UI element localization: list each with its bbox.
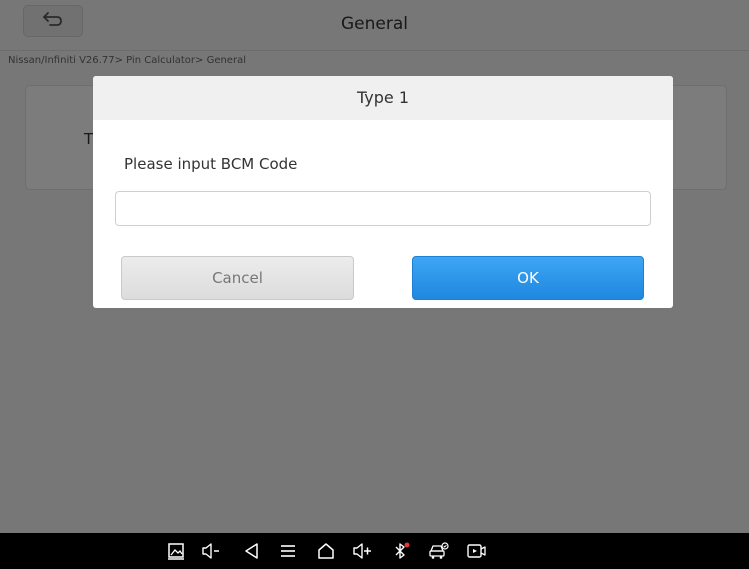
screenshot-icon[interactable] [164,539,188,563]
vehicle-diagnostics-icon[interactable] [427,539,451,563]
input-dialog: Type 1 Please input BCM Code Cancel OK [93,76,673,308]
cancel-button[interactable]: Cancel [121,256,354,300]
ok-button[interactable]: OK [412,256,644,300]
dialog-title: Type 1 [93,76,673,120]
screen-record-icon[interactable] [465,539,489,563]
app-screen: General Nissan/Infiniti V26.77> Pin Calc… [0,0,749,533]
bcm-code-input[interactable] [115,191,651,226]
volume-up-icon[interactable] [350,539,374,563]
bluetooth-icon[interactable] [389,539,413,563]
back-icon[interactable] [240,539,264,563]
menu-icon[interactable] [276,539,300,563]
volume-down-icon[interactable] [199,539,223,563]
home-icon[interactable] [314,539,338,563]
dialog-prompt: Please input BCM Code [124,155,298,173]
system-navigation-bar [0,533,749,569]
